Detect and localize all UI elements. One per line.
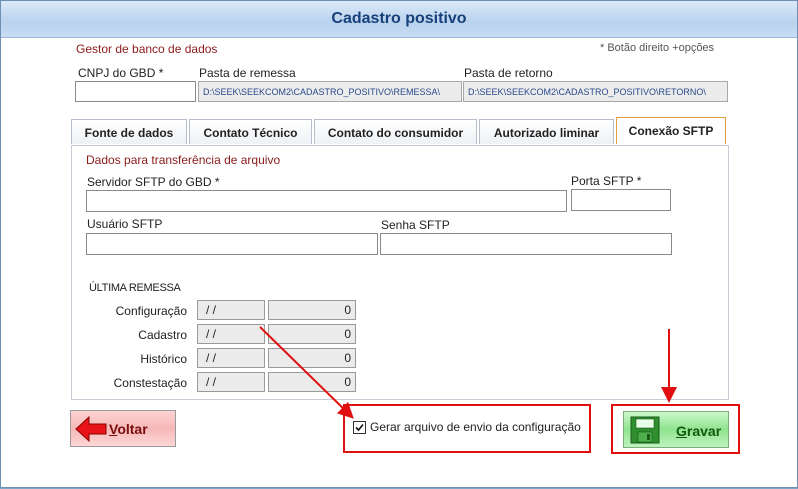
annotation-arrow-to-checkbox	[259, 326, 354, 419]
annotation-arrows	[259, 326, 677, 419]
app-window: Cadastro positivo Gestor de banco de dad…	[0, 0, 798, 488]
